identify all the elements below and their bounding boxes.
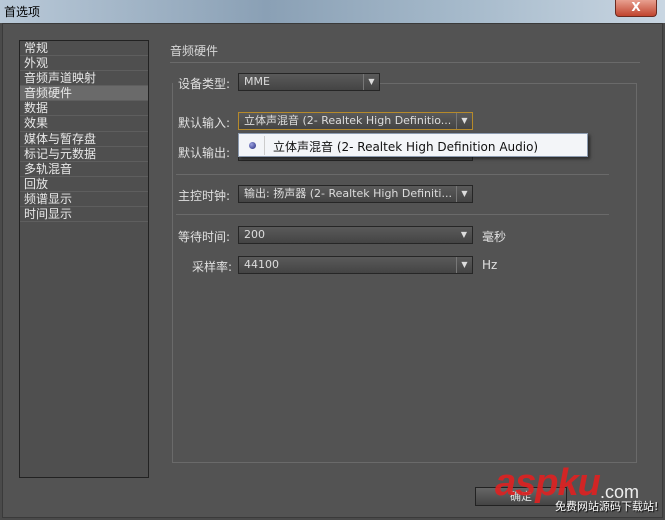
chevron-down-icon: ▼	[456, 257, 472, 273]
sidebar-item[interactable]: 标记与元数据	[20, 147, 148, 162]
divider	[176, 214, 609, 215]
watermark-tagline: 免费网站源码下载站!	[555, 500, 659, 513]
sample-rate-value: 44100	[244, 258, 279, 271]
default-input-value: 立体声混音 (2- Realtek High Definitio...	[244, 114, 452, 127]
sidebar-item[interactable]: 效果	[20, 116, 148, 132]
sidebar-item[interactable]: 回放	[20, 177, 148, 192]
master-clock-label: 主控时钟:	[178, 189, 231, 203]
close-button[interactable]: X	[615, 0, 657, 17]
divider	[264, 136, 265, 155]
sidebar-item[interactable]: 常规	[20, 41, 148, 57]
sidebar-item[interactable]: 外观	[20, 56, 148, 72]
default-input-label: 默认输入:	[178, 116, 231, 130]
sidebar-item[interactable]: 多轨混音	[20, 162, 148, 177]
divider	[170, 62, 640, 63]
default-input-select[interactable]: 立体声混音 (2- Realtek High Definitio... ▼	[238, 112, 473, 130]
latency-value: 200	[244, 228, 265, 241]
chevron-down-icon: ▼	[460, 230, 468, 239]
sample-rate-label: 采样率:	[192, 260, 233, 274]
category-list[interactable]: 常规 外观 音频声道映射 音频硬件 数据 效果 媒体与暂存盘 标记与元数据 多轨混音 回放 频谱显示…	[19, 40, 149, 478]
divider	[176, 174, 609, 175]
window-title: 首选项	[4, 5, 41, 19]
master-clock-select[interactable]: 输出: 扬声器 (2- Realtek High Definiti... ▼	[238, 185, 473, 203]
sample-rate-select[interactable]: 44100 ▼	[238, 256, 473, 274]
latency-label: 等待时间:	[178, 230, 231, 244]
title-bar: 首选项 X	[0, 0, 665, 23]
sidebar-item[interactable]: 音频硬件	[20, 86, 148, 102]
sample-rate-unit: Hz	[482, 258, 498, 272]
device-type-value: MME	[244, 75, 270, 88]
master-clock-value: 输出: 扬声器 (2- Realtek High Definiti...	[244, 187, 452, 200]
radio-selected-icon	[249, 142, 256, 149]
dropdown-option[interactable]: 立体声混音 (2- Realtek High Definition Audio)	[273, 138, 538, 155]
latency-select[interactable]: 200 ▼	[238, 226, 473, 244]
sidebar-item[interactable]: 音频声道映射	[20, 71, 148, 87]
default-output-label: 默认输出:	[178, 146, 231, 160]
chevron-down-icon: ▼	[456, 186, 472, 202]
device-type-select[interactable]: MME ▼	[238, 73, 380, 91]
page-title: 音频硬件	[170, 44, 219, 58]
device-type-label: 设备类型:	[178, 77, 231, 91]
sidebar-item[interactable]: 时间显示	[20, 207, 148, 223]
divider	[380, 83, 637, 84]
dropdown-popup: 立体声混音 (2- Realtek High Definition Audio)	[238, 133, 588, 157]
chevron-down-icon: ▼	[363, 74, 379, 90]
chevron-down-icon: ▼	[456, 113, 472, 129]
latency-unit: 毫秒	[482, 230, 507, 244]
sidebar-item[interactable]: 数据	[20, 101, 148, 117]
sidebar-item[interactable]: 频谱显示	[20, 192, 148, 208]
sidebar-item[interactable]: 媒体与暂存盘	[20, 132, 148, 147]
